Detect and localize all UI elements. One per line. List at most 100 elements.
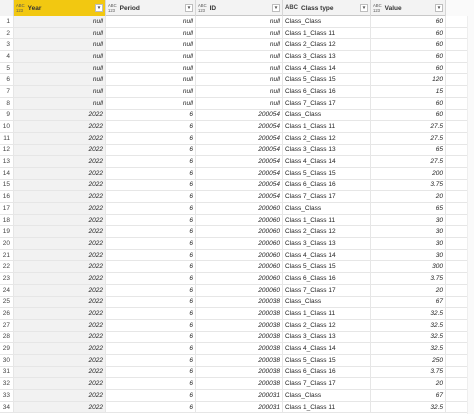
cell-class-type[interactable]: Class 4_Class 14	[283, 156, 371, 167]
cell-year[interactable]: 2022	[14, 167, 106, 179]
cell-year[interactable]: 2022	[14, 378, 106, 389]
cell-class-type[interactable]: Class 1_Class 11	[283, 121, 371, 132]
cell-id[interactable]: 200060	[196, 214, 283, 226]
cell-id[interactable]: 200038	[196, 354, 283, 366]
cell-period[interactable]: 6	[106, 238, 196, 249]
cell-id[interactable]: 200060	[196, 226, 283, 238]
cell-value[interactable]: 3.75	[371, 179, 446, 191]
cell-period[interactable]: 6	[106, 390, 196, 401]
cell-value[interactable]: 27.5	[371, 121, 446, 132]
cell-id[interactable]: 200038	[196, 319, 283, 331]
cell-year[interactable]: 2022	[14, 354, 106, 366]
cell-year[interactable]: 2022	[14, 331, 106, 343]
filter-dropdown-icon[interactable]: ▾	[272, 4, 280, 12]
cell-class-type[interactable]: Class 3_Class 13	[283, 51, 371, 62]
cell-value[interactable]: 30	[371, 226, 446, 238]
cell-year[interactable]: null	[14, 16, 106, 27]
vertical-scrollbar[interactable]	[467, 16, 474, 414]
cell-period[interactable]: null	[106, 16, 196, 27]
cell-class-type[interactable]: Class 3_Class 13	[283, 144, 371, 156]
cell-year[interactable]: 2022	[14, 156, 106, 167]
cell-period[interactable]: null	[106, 39, 196, 51]
cell-id[interactable]: 200054	[196, 156, 283, 167]
cell-year[interactable]: 2022	[14, 203, 106, 214]
cell-value[interactable]: 67	[371, 296, 446, 308]
cell-id[interactable]: null	[196, 86, 283, 97]
text-type-icon[interactable]: ABC	[285, 4, 298, 12]
cell-value[interactable]: 15	[371, 86, 446, 97]
cell-id[interactable]: 200060	[196, 203, 283, 214]
cell-class-type[interactable]: Class 6_Class 16	[283, 86, 371, 97]
cell-id[interactable]: 200038	[196, 308, 283, 319]
filter-dropdown-icon[interactable]: ▾	[360, 4, 368, 12]
cell-class-type[interactable]: Class 6_Class 16	[283, 179, 371, 191]
cell-class-type[interactable]: Class 5_Class 15	[283, 74, 371, 86]
column-header-period[interactable]: ABC 123 Period ▾	[106, 0, 196, 16]
cell-value[interactable]: 3.75	[371, 273, 446, 284]
cell-period[interactable]: 6	[106, 308, 196, 319]
cell-year[interactable]: 2022	[14, 308, 106, 319]
cell-period[interactable]: 6	[106, 167, 196, 179]
column-header-id[interactable]: ABC 123 ID ▾	[196, 0, 283, 16]
cell-id[interactable]: 200054	[196, 179, 283, 191]
cell-year[interactable]: 2022	[14, 366, 106, 378]
cell-class-type[interactable]: Class 7_Class 17	[283, 97, 371, 109]
cell-year[interactable]: null	[14, 27, 106, 39]
cell-period[interactable]: null	[106, 74, 196, 86]
cell-period[interactable]: 6	[106, 296, 196, 308]
cell-value[interactable]: 32.5	[371, 319, 446, 331]
cell-value[interactable]: 67	[371, 390, 446, 401]
cell-period[interactable]: 6	[106, 343, 196, 354]
cell-class-type[interactable]: Class_Class	[283, 16, 371, 27]
cell-value[interactable]: 20	[371, 284, 446, 296]
cell-year[interactable]: 2022	[14, 296, 106, 308]
cell-class-type[interactable]: Class 5_Class 15	[283, 167, 371, 179]
cell-class-type[interactable]: Class 7_Class 17	[283, 191, 371, 202]
cell-period[interactable]: 6	[106, 191, 196, 202]
cell-period[interactable]: 6	[106, 156, 196, 167]
cell-id[interactable]: null	[196, 62, 283, 74]
cell-class-type[interactable]: Class 6_Class 16	[283, 273, 371, 284]
cell-id[interactable]: 200031	[196, 390, 283, 401]
cell-class-type[interactable]: Class 1_Class 11	[283, 27, 371, 39]
cell-year[interactable]: 2022	[14, 390, 106, 401]
cell-period[interactable]: 6	[106, 214, 196, 226]
cell-id[interactable]: 200038	[196, 331, 283, 343]
cell-year[interactable]: 2022	[14, 261, 106, 273]
cell-id[interactable]: 200060	[196, 249, 283, 261]
filter-dropdown-icon[interactable]: ▾	[435, 4, 443, 12]
cell-period[interactable]: 6	[106, 273, 196, 284]
cell-year[interactable]: 2022	[14, 401, 106, 413]
table-menu-corner[interactable]	[0, 0, 14, 16]
cell-year[interactable]: 2022	[14, 238, 106, 249]
any-type-icon[interactable]: ABC 123	[16, 3, 25, 13]
cell-value[interactable]: 120	[371, 74, 446, 86]
cell-period[interactable]: null	[106, 51, 196, 62]
cell-value[interactable]: 32.5	[371, 343, 446, 354]
cell-period[interactable]: 6	[106, 354, 196, 366]
cell-value[interactable]: 60	[371, 39, 446, 51]
filter-dropdown-icon[interactable]: ▾	[95, 4, 103, 12]
cell-class-type[interactable]: Class_Class	[283, 296, 371, 308]
cell-id[interactable]: null	[196, 74, 283, 86]
cell-value[interactable]: 200	[371, 167, 446, 179]
cell-year[interactable]: 2022	[14, 343, 106, 354]
cell-value[interactable]: 20	[371, 378, 446, 389]
cell-year[interactable]: null	[14, 97, 106, 109]
cell-id[interactable]: null	[196, 51, 283, 62]
cell-period[interactable]: 6	[106, 319, 196, 331]
cell-class-type[interactable]: Class_Class	[283, 390, 371, 401]
cell-id[interactable]: 200060	[196, 261, 283, 273]
cell-period[interactable]: null	[106, 97, 196, 109]
cell-value[interactable]: 60	[371, 16, 446, 27]
cell-id[interactable]: null	[196, 97, 283, 109]
cell-value[interactable]: 32.5	[371, 331, 446, 343]
cell-period[interactable]: 6	[106, 203, 196, 214]
cell-class-type[interactable]: Class 7_Class 17	[283, 378, 371, 389]
cell-period[interactable]: 6	[106, 179, 196, 191]
cell-year[interactable]: null	[14, 62, 106, 74]
cell-year[interactable]: 2022	[14, 191, 106, 202]
cell-period[interactable]: 6	[106, 366, 196, 378]
cell-id[interactable]: 200038	[196, 296, 283, 308]
cell-value[interactable]: 27.5	[371, 132, 446, 144]
